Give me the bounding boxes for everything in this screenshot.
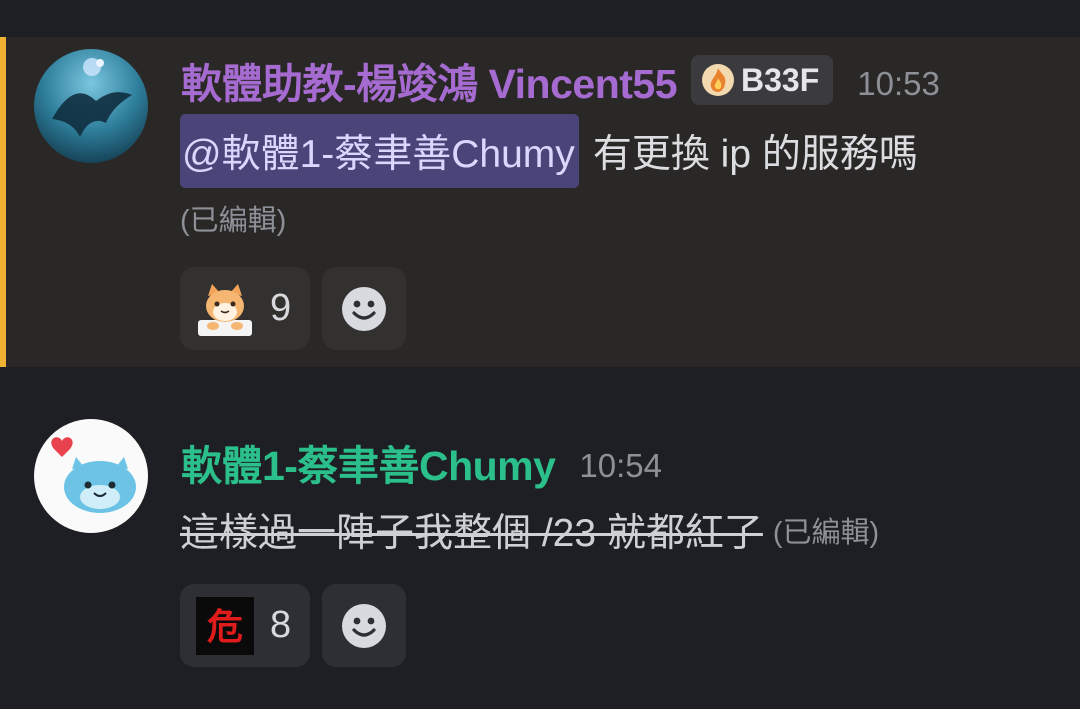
reactions: 9 — [180, 267, 406, 350]
cat-emoji-icon — [198, 283, 252, 336]
edited-label: (已編輯) — [772, 517, 880, 549]
add-reaction-button[interactable] — [322, 584, 406, 667]
username[interactable]: 軟體助教-楊竣鴻 Vincent55 — [181, 50, 678, 110]
user-mention[interactable]: @軟體1-蔡聿善Chumy — [180, 114, 579, 188]
message-text-strikethrough: 這樣過一陣子我整個 /23 就都紅了 — [180, 512, 763, 555]
reactions: 危 8 — [180, 584, 406, 667]
fire-icon — [702, 64, 734, 96]
reaction-danger[interactable]: 危 8 — [180, 584, 310, 667]
message-header: 軟體助教-楊竣鴻 Vincent55 B33F 10:53 — [181, 53, 940, 107]
server-tag-label: B33F — [741, 61, 820, 98]
reaction-count: 8 — [270, 604, 292, 646]
timestamp[interactable]: 10:53 — [857, 65, 940, 103]
reaction-count: 9 — [270, 287, 292, 329]
username[interactable]: 軟體1-蔡聿善Chumy — [181, 432, 556, 492]
add-reaction-button[interactable] — [322, 267, 406, 350]
message-header: 軟體1-蔡聿善Chumy 10:54 — [181, 435, 662, 489]
message-content: 這樣過一陣子我整個 /23 就都紅了 (已編輯) — [180, 500, 879, 560]
avatar[interactable] — [34, 419, 148, 533]
message-content: @軟體1-蔡聿善Chumy 有更換 ip 的服務嗎 — [180, 114, 918, 188]
message-vincent: 軟體助教-楊竣鴻 Vincent55 B33F 10:53 @軟體1-蔡聿善Ch… — [0, 37, 1080, 367]
message-chumy: 軟體1-蔡聿善Chumy 10:54 這樣過一陣子我整個 /23 就都紅了 (已… — [0, 367, 1080, 709]
reaction-cat[interactable]: 9 — [180, 267, 310, 350]
message-text: 有更換 ip 的服務嗎 — [592, 133, 918, 176]
edited-label: (已編輯) — [180, 205, 287, 237]
timestamp[interactable]: 10:54 — [579, 447, 662, 485]
mention-highlight-bar — [0, 37, 6, 367]
smiley-icon — [342, 286, 386, 331]
svg-text:危: 危 — [207, 607, 243, 648]
smiley-icon — [342, 603, 386, 648]
danger-emoji-icon: 危 — [196, 596, 254, 655]
server-tag[interactable]: B33F — [691, 55, 834, 105]
avatar[interactable] — [34, 49, 148, 163]
